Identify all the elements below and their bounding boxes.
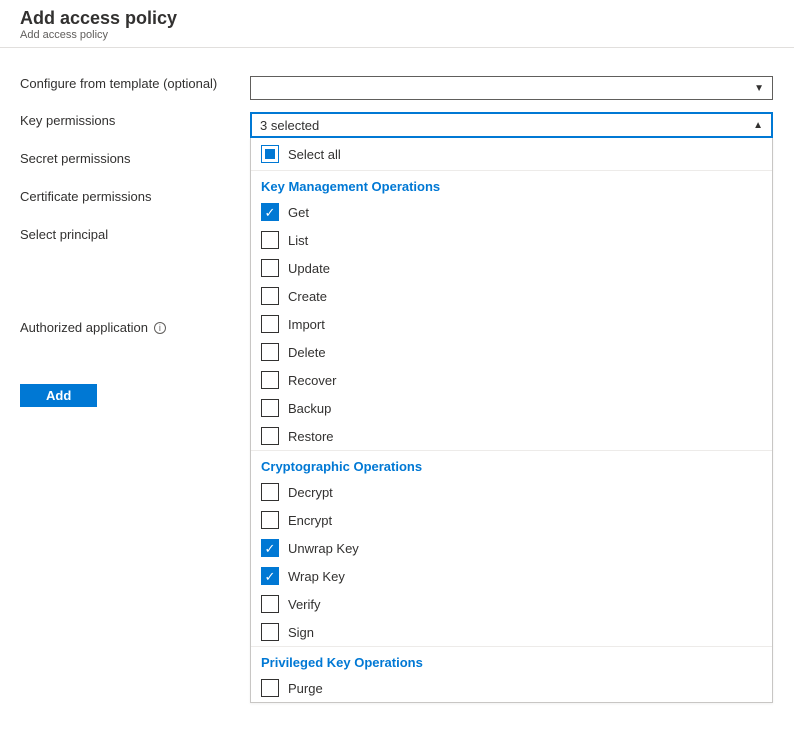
checkbox-checked-icon: ✓ (261, 539, 279, 557)
select-all-option[interactable]: Select all (251, 138, 772, 171)
label-select-principal: Select principal (20, 227, 250, 242)
permission-label: Import (288, 317, 325, 332)
checkbox-unchecked-icon (261, 511, 279, 529)
page-title: Add access policy (20, 8, 774, 29)
permission-option[interactable]: Sign (251, 618, 772, 646)
permission-label: Decrypt (288, 485, 333, 500)
breadcrumb: Add access policy (20, 29, 774, 41)
label-certificate-permissions: Certificate permissions (20, 189, 250, 204)
permission-label: Sign (288, 625, 314, 640)
checkbox-unchecked-icon (261, 483, 279, 501)
permission-option[interactable]: Import (251, 310, 772, 338)
checkbox-unchecked-icon (261, 259, 279, 277)
checkbox-indeterminate-icon (261, 145, 279, 163)
permission-label: Get (288, 205, 309, 220)
permission-option[interactable]: Restore (251, 422, 772, 450)
permission-label: Unwrap Key (288, 541, 359, 556)
checkbox-unchecked-icon (261, 343, 279, 361)
checkbox-unchecked-icon (261, 427, 279, 445)
controls-column: ▼ 3 selected ▲ Select all Key Management… (250, 76, 773, 703)
permission-option[interactable]: ✓ Get (251, 198, 772, 226)
permission-label: Purge (288, 681, 323, 696)
checkbox-unchecked-icon (261, 231, 279, 249)
checkbox-unchecked-icon (261, 287, 279, 305)
key-permissions-dropdown: Select all Key Management Operations ✓ Get… (250, 138, 773, 703)
permission-option[interactable]: Purge (251, 674, 772, 702)
permission-option[interactable]: List (251, 226, 772, 254)
configure-template-select[interactable]: ▼ (250, 76, 773, 100)
permission-option[interactable]: ✓ Unwrap Key (251, 534, 772, 562)
permission-label: Verify (288, 597, 321, 612)
permission-label: Wrap Key (288, 569, 345, 584)
permission-option[interactable]: Recover (251, 366, 772, 394)
permission-option[interactable]: Backup (251, 394, 772, 422)
label-authorized-application: Authorized application i (20, 320, 250, 335)
checkmark-icon: ✓ (265, 570, 276, 583)
page-header: Add access policy Add access policy (0, 0, 794, 48)
permission-option[interactable]: Create (251, 282, 772, 310)
permission-label: Delete (288, 345, 326, 360)
checkbox-unchecked-icon (261, 679, 279, 697)
key-permissions-value: 3 selected (260, 118, 319, 133)
checkbox-unchecked-icon (261, 399, 279, 417)
checkbox-unchecked-icon (261, 623, 279, 641)
chevron-down-icon: ▼ (754, 83, 764, 94)
checkmark-icon: ✓ (265, 542, 276, 555)
checkmark-icon: ✓ (265, 206, 276, 219)
checkbox-unchecked-icon (261, 315, 279, 333)
info-icon[interactable]: i (154, 322, 166, 334)
permission-label: Update (288, 261, 330, 276)
checkbox-checked-icon: ✓ (261, 203, 279, 221)
permission-label: Recover (288, 373, 336, 388)
key-permissions-select[interactable]: 3 selected ▲ (250, 112, 773, 138)
add-button[interactable]: Add (20, 384, 97, 407)
authorized-application-text: Authorized application (20, 320, 148, 335)
group-header: Privileged Key Operations (251, 646, 772, 674)
checkbox-checked-icon: ✓ (261, 567, 279, 585)
group-header: Cryptographic Operations (251, 450, 772, 478)
form-area: Configure from template (optional) Key p… (0, 48, 794, 723)
group-header: Key Management Operations (251, 171, 772, 198)
permission-option[interactable]: Update (251, 254, 772, 282)
permission-option[interactable]: Decrypt (251, 478, 772, 506)
label-secret-permissions: Secret permissions (20, 151, 250, 166)
permission-label: Backup (288, 401, 331, 416)
labels-column: Configure from template (optional) Key p… (20, 76, 250, 703)
permission-label: Restore (288, 429, 334, 444)
permission-option[interactable]: Encrypt (251, 506, 772, 534)
permission-option[interactable]: Delete (251, 338, 772, 366)
chevron-up-icon: ▲ (753, 120, 763, 131)
permission-label: List (288, 233, 308, 248)
select-all-label: Select all (288, 147, 341, 162)
permission-option[interactable]: Verify (251, 590, 772, 618)
checkbox-unchecked-icon (261, 371, 279, 389)
label-key-permissions: Key permissions (20, 113, 250, 128)
checkbox-unchecked-icon (261, 595, 279, 613)
label-configure-template: Configure from template (optional) (20, 76, 250, 91)
permission-label: Encrypt (288, 513, 332, 528)
permission-option[interactable]: ✓ Wrap Key (251, 562, 772, 590)
permission-label: Create (288, 289, 327, 304)
